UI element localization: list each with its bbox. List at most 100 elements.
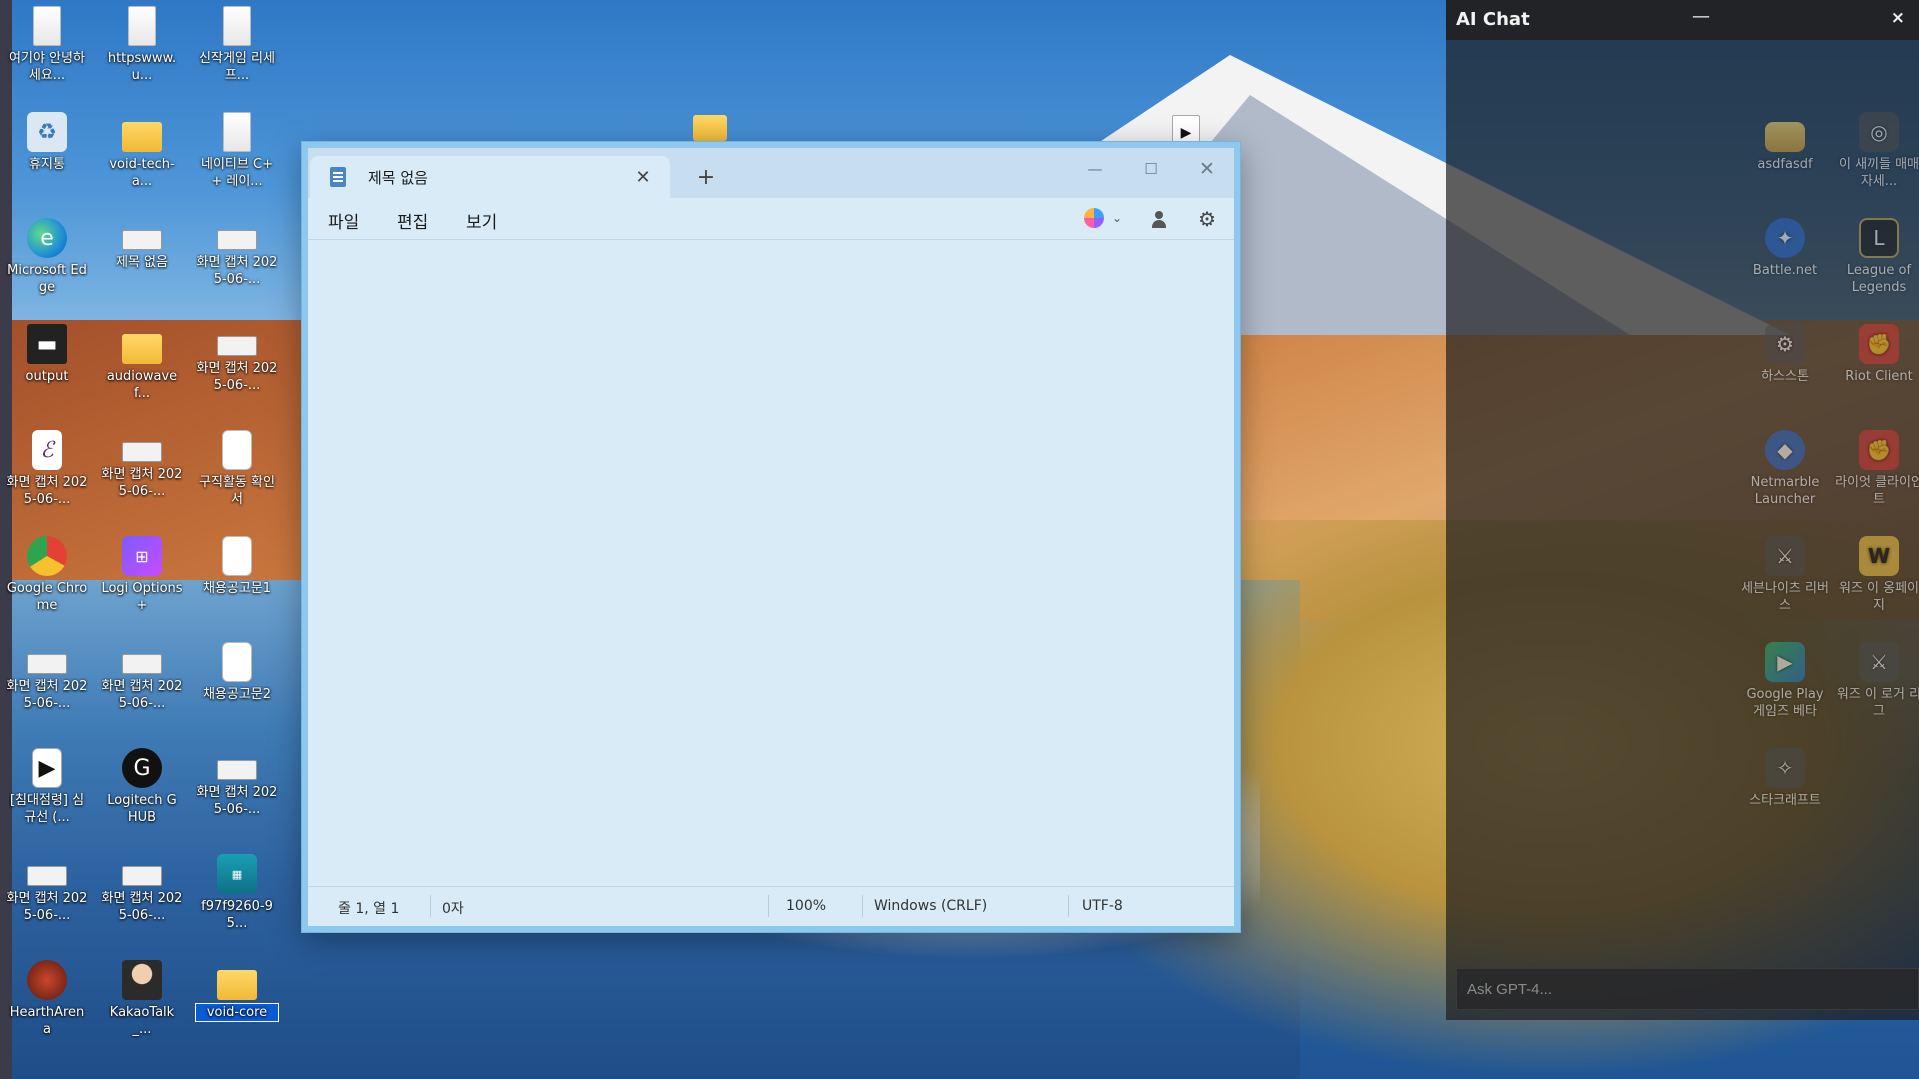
desktop-icon-label: 화면 캡처 2025-06-... <box>196 785 278 817</box>
desktop-icon-label: 화면 캡처 2025-06-... <box>101 679 183 711</box>
desktop-icon[interactable]: Google Chrome <box>6 536 88 614</box>
desktop-icon[interactable]: httpswww.u... <box>101 6 183 84</box>
desktop-icon-label: KakaoTalk_... <box>109 1005 175 1037</box>
zoom-level[interactable]: 100% <box>786 898 826 914</box>
desktop-icon-label: [침대점령] 심규선 (... <box>9 793 85 825</box>
text-editor-area[interactable] <box>308 241 1234 886</box>
desktop-icon-label: 화면 캡처 2025-06-... <box>6 475 88 507</box>
folder-icon[interactable] <box>693 115 727 141</box>
screenshot-thumbnail-icon <box>122 866 162 886</box>
desktop-icon[interactable]: void-tech-a... <box>101 112 183 190</box>
text-document-icon <box>223 112 251 152</box>
account-icon[interactable] <box>1150 210 1168 228</box>
desktop-icon-label: 채용공고문2 <box>202 687 272 702</box>
desktop-icon[interactable]: 화면 캡처 2025-06-... <box>101 854 183 924</box>
close-tab-icon[interactable]: ✕ <box>628 167 658 188</box>
desktop-icon-label: 구직활동 확인서 <box>199 475 275 507</box>
desktop-icon-label: 여기야 안녕하세요... <box>9 51 85 83</box>
desktop-icon[interactable]: 화면 캡처 2025-06-... <box>196 748 278 818</box>
chrome-document-icon: ◉ <box>222 430 252 470</box>
background-icon-label: 이 새끼들 매매 자세... <box>1838 157 1919 189</box>
desktop-icon[interactable]: e Microsoft Edge <box>6 218 88 296</box>
background-icon-label: 워즈 이 옹페이지 <box>1838 581 1919 613</box>
tab-untitled[interactable]: 제목 없음 ✕ <box>310 156 670 198</box>
desktop-icon-label: httpswww.u... <box>107 51 177 83</box>
desktop-icon[interactable]: 네이티브 C++ 레이... <box>196 112 278 190</box>
screenshot-thumbnail-icon <box>122 442 162 462</box>
desktop-icon[interactable]: ◉ 채용공고문2 <box>196 642 278 703</box>
minimize-button[interactable]: — <box>1072 154 1118 184</box>
ghub-icon: G <box>122 748 162 788</box>
desktop-icon[interactable]: ◉ 채용공고문1 <box>196 536 278 597</box>
desktop-icon[interactable]: 화면 캡처 2025-06-... <box>196 324 278 394</box>
desktop-icon-label: HearthArena <box>9 1005 85 1037</box>
background-icon-label: 세븐나이츠 리버스 <box>1741 581 1829 613</box>
chrome-icon <box>27 536 67 576</box>
screenshot-thumbnail-icon <box>27 866 67 886</box>
app-icon: ◎ <box>1859 112 1899 152</box>
battlenet-icon: ✦ <box>1765 218 1805 258</box>
desktop-icon[interactable]: ℰ 화면 캡처 2025-06-... <box>6 430 88 508</box>
minimize-button[interactable]: — <box>1692 6 1710 27</box>
copilot-button[interactable]: ⌄ <box>1083 208 1122 228</box>
background-desktop-icon: ▶ Google Play 게임즈 베타 <box>1740 642 1830 720</box>
desktop-icon[interactable]: 신작게임 리세 프... <box>196 6 278 84</box>
folder-icon <box>217 970 257 1000</box>
background-icon-label: asdfasdf <box>1757 157 1813 172</box>
desktop-icon[interactable]: audiowavef... <box>101 324 183 402</box>
desktop-icon[interactable]: 여기야 안녕하세요... <box>6 6 88 84</box>
desktop-icon[interactable]: HearthArena <box>6 960 88 1038</box>
background-desktop-icon: ✊ 라이엇 클라이언트 <box>1834 430 1919 508</box>
ai-chat-title: AI Chat <box>1456 9 1530 30</box>
background-desktop-icon: ⚔ 세븐나이츠 리버스 <box>1740 536 1830 614</box>
desktop-icon[interactable]: G Logitech G HUB <box>101 748 183 826</box>
maximize-button[interactable]: ☐ <box>1128 154 1174 184</box>
desktop-icon[interactable]: 화면 캡처 2025-06-... <box>101 430 183 500</box>
background-icon-label: League of Legends <box>1846 263 1912 295</box>
desktop-icon[interactable]: 화면 캡처 2025-06-... <box>6 854 88 924</box>
desktop-icon-label: 화면 캡처 2025-06-... <box>196 361 278 393</box>
desktop-icon[interactable]: 화면 캡처 2025-06-... <box>101 642 183 712</box>
desktop-icon[interactable]: ◉ 구직활동 확인서 <box>196 430 278 508</box>
desktop-icon[interactable]: 제목 없음 <box>101 218 183 271</box>
desktop-icon[interactable]: ♻ 휴지통 <box>6 112 88 173</box>
title-bar[interactable]: 제목 없음 ✕ + — ☐ ✕ <box>308 148 1234 198</box>
background-desktop-icon: ✊ Riot Client <box>1834 324 1919 385</box>
encoding[interactable]: UTF-8 <box>1082 898 1123 914</box>
line-ending[interactable]: Windows (CRLF) <box>874 898 987 914</box>
new-tab-button[interactable]: + <box>690 162 722 194</box>
screenshot-thumbnail-icon <box>122 654 162 674</box>
menu-edit[interactable]: 편집 <box>397 208 428 233</box>
image-file-icon: ▦ <box>217 854 257 894</box>
close-window-button[interactable]: ✕ <box>1184 154 1230 184</box>
desktop-icon[interactable]: ▦ f97f9260-95... <box>196 854 278 932</box>
tab-title: 제목 없음 <box>368 168 428 187</box>
desktop-icon[interactable]: void-core <box>195 960 279 1022</box>
desktop-icon[interactable]: ▬ output <box>6 324 88 385</box>
logi-options-icon: ⊞ <box>122 536 162 576</box>
menu-file[interactable]: 파일 <box>328 208 359 233</box>
text-document-icon <box>223 6 251 46</box>
background-desktop-icon: ⚙ 하스스톤 <box>1740 324 1830 385</box>
video-icon: ▬ <box>27 324 67 364</box>
menu-view[interactable]: 보기 <box>466 208 497 233</box>
desktop-icon[interactable]: 화면 캡처 2025-06-... <box>196 218 278 288</box>
desktop-icon[interactable]: KakaoTalk_... <box>101 960 183 1038</box>
desktop-icon[interactable]: ▶ [침대점령] 심규선 (... <box>6 748 88 826</box>
hearth-arena-icon <box>27 960 67 1000</box>
desktop-icon[interactable]: ⊞ Logi Options+ <box>101 536 183 614</box>
background-desktop-icon: ⚔ 워즈 이 로거 리그 <box>1834 642 1919 720</box>
desktop-icon-label: f97f9260-95... <box>201 899 273 931</box>
netmarble-icon: ◆ <box>1765 430 1805 470</box>
desktop-icon[interactable]: 화면 캡처 2025-06-... <box>6 642 88 712</box>
background-icon-label: 하스스톤 <box>1761 369 1809 384</box>
settings-gear-icon[interactable]: ⚙ <box>1198 207 1216 231</box>
folder-icon <box>1765 122 1805 152</box>
background-desktop-icon: L League of Legends <box>1834 218 1919 296</box>
close-button[interactable]: × <box>1891 8 1905 28</box>
starcraft-icon: ✧ <box>1765 748 1805 788</box>
ai-chat-header[interactable]: AI Chat — × <box>1446 0 1919 40</box>
background-icon-label: 라이엇 클라이언트 <box>1835 475 1919 507</box>
background-desktop-icon: ◎ 이 새끼들 매매 자세... <box>1834 112 1919 190</box>
chat-input[interactable] <box>1456 968 1919 1010</box>
